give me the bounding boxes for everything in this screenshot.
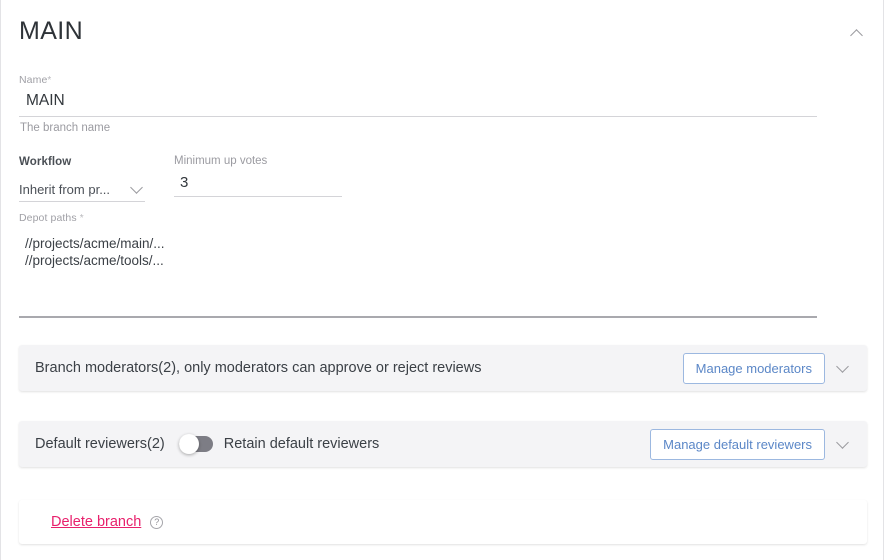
branch-moderators-panel: Branch moderators(2), only moderators ca… [19,345,867,391]
name-field-label: Name* [19,74,817,86]
branch-header: MAIN [1,0,883,62]
page-title: MAIN [19,17,83,46]
workflow-select[interactable]: Inherit from pr... [19,177,145,202]
chevron-down-icon [836,360,849,373]
workflow-field-group: Workflow Inherit from pr... [19,156,145,202]
depot-paths-label: Depot paths * [19,212,817,224]
branch-moderators-text: Branch moderators(2), only moderators ca… [35,360,481,376]
chevron-down-icon [132,182,141,200]
workflow-selected-value: Inherit from pr... [19,182,110,197]
toggle-knob [179,434,199,454]
chevron-up-icon [850,29,863,42]
workflow-label: Workflow [19,156,145,168]
depot-label-text: Depot paths [19,212,77,224]
min-up-votes-label: Minimum up votes [174,155,342,167]
depot-required-marker: * [80,213,84,224]
name-required-marker: * [47,75,51,86]
name-label-text: Name [19,74,47,86]
chevron-down-icon [836,436,849,449]
name-field-group: Name* The branch name [19,74,817,134]
expand-moderators-button[interactable] [825,353,859,383]
retain-default-reviewers-label: Retain default reviewers [224,436,380,452]
min-up-votes-group: Minimum up votes [174,155,342,197]
manage-moderators-button[interactable]: Manage moderators [683,353,825,384]
collapse-section-button[interactable] [839,20,873,48]
branch-settings-page: MAIN Name* The branch name Workflow Inhe… [0,0,884,560]
reviewers-panel-actions: Manage default reviewers [650,429,867,460]
name-input[interactable] [19,89,817,117]
default-reviewers-panel: Default reviewers(2) Retain default revi… [19,421,867,467]
manage-default-reviewers-button[interactable]: Manage default reviewers [650,429,825,460]
delete-branch-panel: Delete branch ? [19,500,867,544]
depot-paths-textarea[interactable] [19,228,817,318]
moderators-panel-actions: Manage moderators [683,353,867,384]
depot-paths-group: Depot paths * [19,212,817,318]
default-reviewers-text: Default reviewers(2) [35,436,165,452]
min-up-votes-input[interactable] [174,172,342,197]
name-helper-text: The branch name [19,122,817,134]
delete-branch-link[interactable]: Delete branch [51,514,141,530]
question-mark-icon[interactable]: ? [150,516,163,529]
retain-default-reviewers-toggle[interactable] [179,436,213,452]
expand-reviewers-button[interactable] [825,429,859,459]
